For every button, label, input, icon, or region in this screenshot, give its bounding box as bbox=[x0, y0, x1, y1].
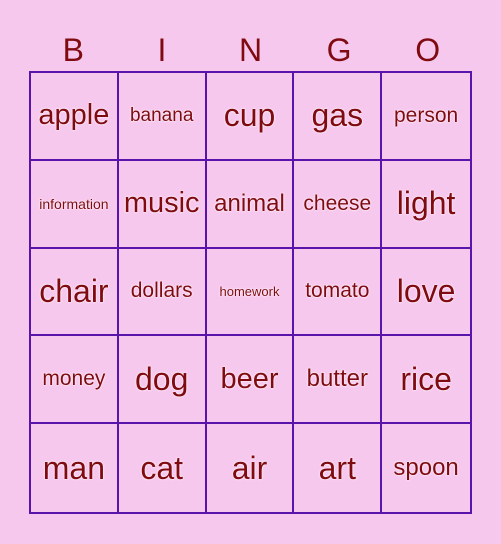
bingo-cell[interactable]: man bbox=[31, 424, 119, 512]
header-letter-o: O bbox=[415, 32, 441, 68]
bingo-header: B I N G O bbox=[29, 30, 472, 70]
bingo-cell[interactable]: cheese bbox=[294, 160, 383, 249]
bingo-cell[interactable]: animal bbox=[206, 160, 295, 249]
bingo-cell[interactable]: love bbox=[382, 249, 470, 337]
header-letter-g: G bbox=[326, 32, 352, 68]
bingo-cell[interactable]: cat bbox=[119, 424, 207, 512]
bingo-cell[interactable]: rice bbox=[382, 336, 470, 425]
bingo-cell[interactable]: information bbox=[31, 160, 119, 249]
bingo-cell[interactable]: spoon bbox=[382, 424, 470, 512]
bingo-cell[interactable]: homework bbox=[206, 248, 295, 337]
bingo-cell[interactable]: cup bbox=[206, 73, 295, 161]
bingo-cell[interactable]: beer bbox=[206, 336, 295, 425]
bingo-cell[interactable]: person bbox=[382, 73, 470, 161]
bingo-cell[interactable]: butter bbox=[294, 336, 383, 425]
bingo-cell[interactable]: dog bbox=[118, 336, 207, 425]
bingo-cell[interactable]: apple bbox=[31, 73, 119, 161]
bingo-cell[interactable]: tomato bbox=[294, 248, 383, 337]
bingo-card-grid: apple banana cup gas person information … bbox=[29, 71, 472, 514]
bingo-cell[interactable]: money bbox=[31, 336, 119, 425]
bingo-cell[interactable]: dollars bbox=[118, 248, 207, 337]
header-letter-n: N bbox=[238, 32, 263, 68]
bingo-cell[interactable]: chair bbox=[31, 248, 119, 337]
bingo-cell[interactable]: air bbox=[207, 424, 295, 512]
bingo-cell[interactable]: banana bbox=[118, 73, 207, 161]
bingo-cell[interactable]: gas bbox=[294, 73, 383, 161]
bingo-cell[interactable]: art bbox=[294, 424, 383, 512]
bingo-cell[interactable]: music bbox=[118, 160, 207, 249]
header-letter-b: B bbox=[62, 32, 84, 68]
header-letter-i: I bbox=[157, 32, 167, 68]
bingo-cell[interactable]: light bbox=[382, 161, 470, 249]
